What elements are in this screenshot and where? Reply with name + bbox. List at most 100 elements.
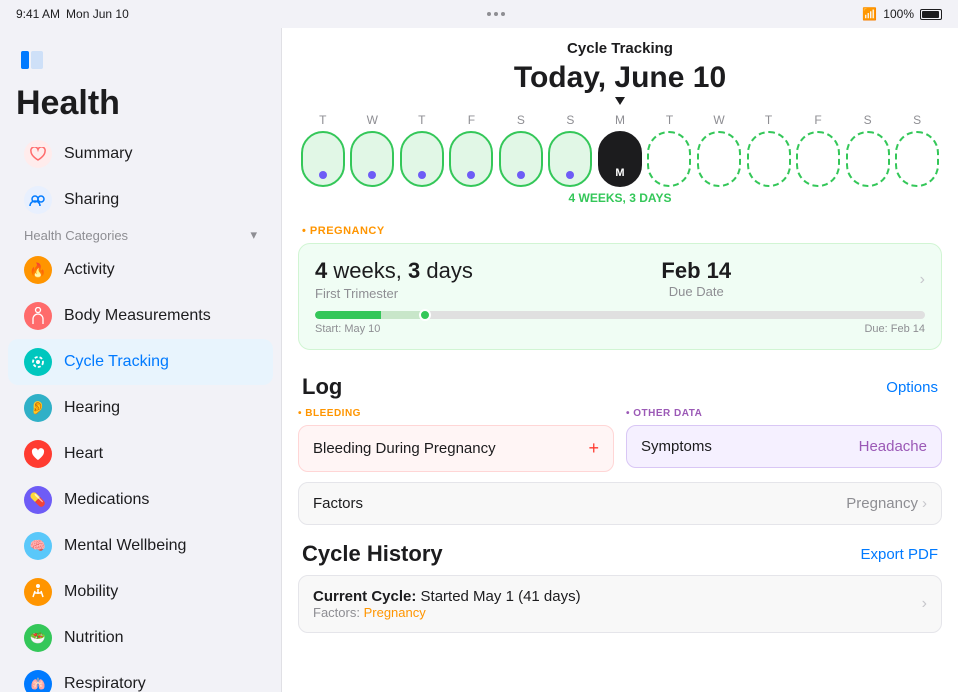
sidebar-item-mental-wellbeing-label: Mental Wellbeing [64,537,186,555]
dot2 [494,12,498,16]
sidebar-item-respiratory-label: Respiratory [64,675,146,692]
calendar-bubble-0 [301,131,345,187]
log-columns: • BLEEDING Bleeding During Pregnancy + •… [282,408,958,472]
dot3 [501,12,505,16]
calendar-day-7[interactable]: T [645,113,695,187]
sidebar-item-summary[interactable]: Summary [8,131,273,177]
calendar-day-1[interactable]: W [348,113,398,187]
sidebar: Health Summary Sharing Health Catego [0,28,282,692]
calendar-bubble-11 [846,131,890,187]
sidebar-top [0,40,281,84]
content-header: Cycle Tracking Today, June 10 [282,28,958,113]
calendar-dot-4 [517,171,525,179]
sidebar-item-sharing-label: Sharing [64,191,119,209]
sidebar-item-heart[interactable]: Heart [8,431,273,477]
calendar-day-letter-8: W [713,113,724,127]
sidebar-item-nutrition[interactable]: 🥗 Nutrition [8,615,273,661]
sidebar-item-heart-label: Heart [64,445,103,463]
bleeding-item[interactable]: Bleeding During Pregnancy + [298,425,614,472]
calendar-day-2[interactable]: T [397,113,447,187]
pregnancy-card-chevron: › [920,271,925,289]
calendar-dot-2 [418,171,426,179]
battery-percent: 100% [883,7,914,21]
sidebar-item-mental-wellbeing[interactable]: 🧠 Mental Wellbeing [8,523,273,569]
log-title: Log [302,374,342,400]
calendar-day-5[interactable]: S [546,113,596,187]
export-pdf-button[interactable]: Export PDF [860,546,938,563]
log-header: Log Options [282,362,958,408]
dot1 [487,12,491,16]
sidebar-item-nutrition-label: Nutrition [64,629,124,647]
sidebar-item-summary-label: Summary [64,145,132,163]
calendar-day-8[interactable]: W [694,113,744,187]
history-factors-value: Pregnancy [364,605,426,620]
other-data-section-label: • OTHER DATA [626,408,942,425]
sidebar-item-hearing-label: Hearing [64,399,120,417]
mental-wellbeing-icon: 🧠 [24,532,52,560]
sidebar-item-cycle-tracking[interactable]: Cycle Tracking [8,339,273,385]
calendar-day-letter-2: T [418,113,425,127]
sidebar-item-mobility[interactable]: Mobility [8,569,273,615]
sidebar-toggle-button[interactable] [16,48,48,72]
status-date: Mon Jun 10 [66,7,129,21]
main-content: Cycle Tracking Today, June 10 T [282,28,958,692]
history-item[interactable]: Current Cycle: Started May 1 (41 days) F… [298,575,942,633]
pregnancy-weeks-text: 4 weeks, 3 days [315,258,473,284]
cycle-tracking-icon [24,348,52,376]
calendar-bubble-1 [350,131,394,187]
history-item-content: Current Cycle: Started May 1 (41 days) F… [313,588,581,620]
pregnancy-section-label: • PREGNANCY [282,213,958,243]
progress-end-label: Due: Feb 14 [864,323,925,335]
calendar-day-11[interactable]: S [843,113,893,187]
status-bar-right: 📶 100% [862,7,942,21]
calendar-dot-5 [566,171,574,179]
pregnancy-due-label: Due Date [661,284,731,299]
log-options-button[interactable]: Options [886,379,938,396]
calendar-day-letter-5: S [566,113,574,127]
nutrition-icon: 🥗 [24,624,52,652]
wifi-icon: 📶 [862,7,877,21]
history-item-top: Current Cycle: Started May 1 (41 days) F… [313,588,927,620]
calendar-dot-1 [368,171,376,179]
health-categories-chevron: ▾ [250,227,257,243]
sidebar-item-medications[interactable]: 💊 Medications [8,477,273,523]
battery-icon [920,9,942,20]
calendar-day-12[interactable]: S [892,113,942,187]
health-categories-header: Health Categories ▾ [0,223,281,247]
calendar-day-9[interactable]: T [744,113,794,187]
sidebar-item-body-measurements[interactable]: Body Measurements [8,293,273,339]
weeks-label: 4 WEEKS, 3 DAYS [298,187,942,213]
sidebar-item-sharing[interactable]: Sharing [8,177,273,223]
sidebar-item-body-measurements-label: Body Measurements [64,307,211,325]
pregnancy-card[interactable]: 4 weeks, 3 days First Trimester Feb 14 D… [298,243,942,350]
status-bar: 9:41 AM Mon Jun 10 📶 100% [0,0,958,28]
summary-icon [24,140,52,168]
calendar-bubble-today: M [598,131,642,187]
calendar-day-4[interactable]: S [496,113,546,187]
status-bar-left: 9:41 AM Mon Jun 10 [16,7,129,21]
sidebar-item-hearing[interactable]: 👂 Hearing [8,385,273,431]
respiratory-icon: 🫁 [24,670,52,692]
pregnancy-trimester: First Trimester [315,286,473,301]
calendar-bubble-12 [895,131,939,187]
calendar-bubble-4 [499,131,543,187]
calendar-day-0[interactable]: T [298,113,348,187]
calendar-day-6-today[interactable]: M M [595,113,645,187]
bleeding-add-icon[interactable]: + [588,438,599,459]
factors-row[interactable]: Factors Pregnancy › [298,482,942,525]
symptoms-item[interactable]: Symptoms Headache [626,425,942,468]
sidebar-item-respiratory[interactable]: 🫁 Respiratory [8,661,273,692]
sidebar-item-cycle-tracking-label: Cycle Tracking [64,353,169,371]
calendar-bubble-10 [796,131,840,187]
calendar-bubble-2 [400,131,444,187]
pregnancy-due-block: Feb 14 Due Date [661,258,731,299]
calendar-day-10[interactable]: F [793,113,843,187]
sidebar-item-activity[interactable]: 🔥 Activity [8,247,273,293]
progress-bar [315,311,925,319]
history-factors-row: Factors: Pregnancy [313,605,581,620]
calendar-day-3[interactable]: F [447,113,497,187]
progress-fill [315,311,425,319]
mobility-icon [24,578,52,606]
calendar-day-letter-4: S [517,113,525,127]
other-data-column: • OTHER DATA Symptoms Headache [626,408,942,472]
